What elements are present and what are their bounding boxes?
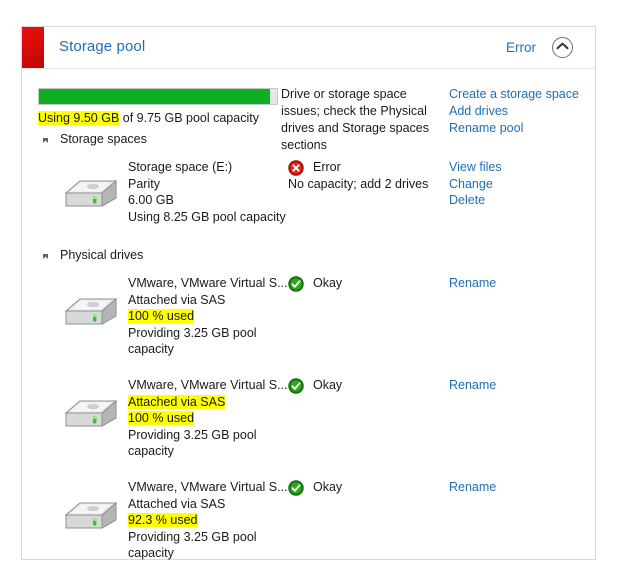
storage-space-status-detail: No capacity; add 2 drives [288, 177, 429, 191]
add-drives-link[interactable]: Add drives [449, 103, 579, 120]
okay-icon [288, 480, 304, 496]
physical-drive-attached: Attached via SAS [128, 292, 226, 307]
chevron-up-icon [553, 42, 572, 51]
okay-icon [288, 378, 304, 394]
disk-drive-icon [62, 173, 120, 211]
physical-drive-status-text: Okay [313, 378, 343, 392]
panel-body: Using 9.50 GB of 9.75 GB pool capacity D… [22, 69, 595, 575]
physical-drive-actions: Rename [449, 479, 496, 496]
pool-total-text: of 9.75 GB pool capacity [119, 111, 259, 125]
physical-drive-row[interactable]: VMware, VMware Virtual S... Attached via… [22, 473, 595, 575]
view-files-link[interactable]: View files [449, 159, 502, 176]
okay-icon [288, 276, 304, 292]
triangle-expanded-icon [43, 138, 48, 143]
rename-link[interactable]: Rename [449, 275, 496, 292]
physical-drive-providing: Providing 3.25 GB pool capacity [128, 325, 257, 357]
storage-space-resiliency: Parity [128, 176, 160, 191]
disk-drive-icon [62, 495, 120, 533]
storage-space-name: Storage space (E:) [128, 160, 233, 174]
physical-drive-name: VMware, VMware Virtual S... [128, 378, 288, 392]
physical-drive-attached: Attached via SAS [128, 496, 226, 511]
panel-header: Storage pool Error [22, 27, 595, 69]
pool-used-highlight: Using 9.50 GB [38, 111, 120, 125]
create-storage-space-link[interactable]: Create a storage space [449, 86, 579, 103]
physical-drive-providing: Providing 3.25 GB pool capacity [128, 529, 257, 561]
rename-link[interactable]: Rename [449, 377, 496, 394]
storage-space-info: Storage space (E:) Parity 6.00 GB Using … [128, 159, 298, 225]
physical-drive-name: VMware, VMware Virtual S... [128, 480, 288, 494]
physical-drive-used: 92.3 % used [128, 513, 198, 527]
disk-drive-icon [62, 291, 120, 329]
physical-drive-status-text: Okay [313, 480, 343, 494]
storage-space-status-text: Error [313, 160, 341, 174]
physical-drive-actions: Rename [449, 275, 496, 292]
physical-drive-info: VMware, VMware Virtual S... Attached via… [128, 377, 298, 460]
pool-capacity-bar [38, 88, 278, 105]
physical-drive-status: Okay [288, 479, 453, 496]
physical-drive-status: Okay [288, 377, 453, 394]
section-physical-drives-header[interactable]: Physical drives [38, 247, 595, 269]
physical-drive-attached: Attached via SAS [128, 394, 226, 409]
physical-drive-info: VMware, VMware Virtual S... Attached via… [128, 479, 298, 562]
physical-drive-info: VMware, VMware Virtual S... Attached via… [128, 275, 298, 358]
accent-bar [22, 27, 44, 68]
physical-drive-actions: Rename [449, 377, 496, 394]
physical-drive-name: VMware, VMware Virtual S... [128, 276, 288, 290]
storage-pool-panel: Storage pool Error Using 9.50 GB of 9.75… [21, 26, 596, 560]
physical-drive-providing: Providing 3.25 GB pool capacity [128, 427, 257, 459]
section-label: Physical drives [60, 248, 151, 262]
physical-drive-status-text: Okay [313, 276, 343, 290]
physical-drive-row[interactable]: VMware, VMware Virtual S... Attached via… [22, 269, 595, 371]
pool-actions: Create a storage space Add drives Rename… [449, 86, 579, 137]
triangle-expanded-icon [43, 254, 48, 259]
delete-link[interactable]: Delete [449, 192, 502, 209]
physical-drive-used: 100 % used [128, 309, 195, 323]
status-badge: Error [506, 40, 536, 55]
physical-drive-status: Okay [288, 275, 453, 292]
section-storage-spaces-header[interactable]: Storage spaces [38, 131, 595, 153]
disk-drive-icon [62, 393, 120, 431]
change-link[interactable]: Change [449, 176, 502, 193]
storage-space-row[interactable]: Storage space (E:) Parity 6.00 GB Using … [22, 153, 595, 241]
physical-drive-row[interactable]: VMware, VMware Virtual S... Attached via… [22, 371, 595, 473]
error-icon [288, 160, 304, 176]
section-label: Storage spaces [60, 132, 154, 146]
storage-space-size: 6.00 GB [128, 193, 174, 207]
storage-space-actions: View files Change Delete [449, 159, 502, 209]
physical-drive-used: 100 % used [128, 411, 195, 425]
pool-capacity-text: Using 9.50 GB of 9.75 GB pool capacity [38, 111, 259, 125]
collapse-section-button[interactable] [552, 37, 573, 58]
storage-space-pool-usage: Using 8.25 GB pool capacity [128, 209, 286, 224]
pool-capacity-summary: Using 9.50 GB of 9.75 GB pool capacity D… [22, 69, 595, 152]
rename-link[interactable]: Rename [449, 479, 496, 496]
storage-space-status: Error No capacity; add 2 drives [288, 159, 453, 193]
pool-capacity-bar-fill [39, 89, 270, 104]
page-title[interactable]: Storage pool [59, 38, 145, 55]
